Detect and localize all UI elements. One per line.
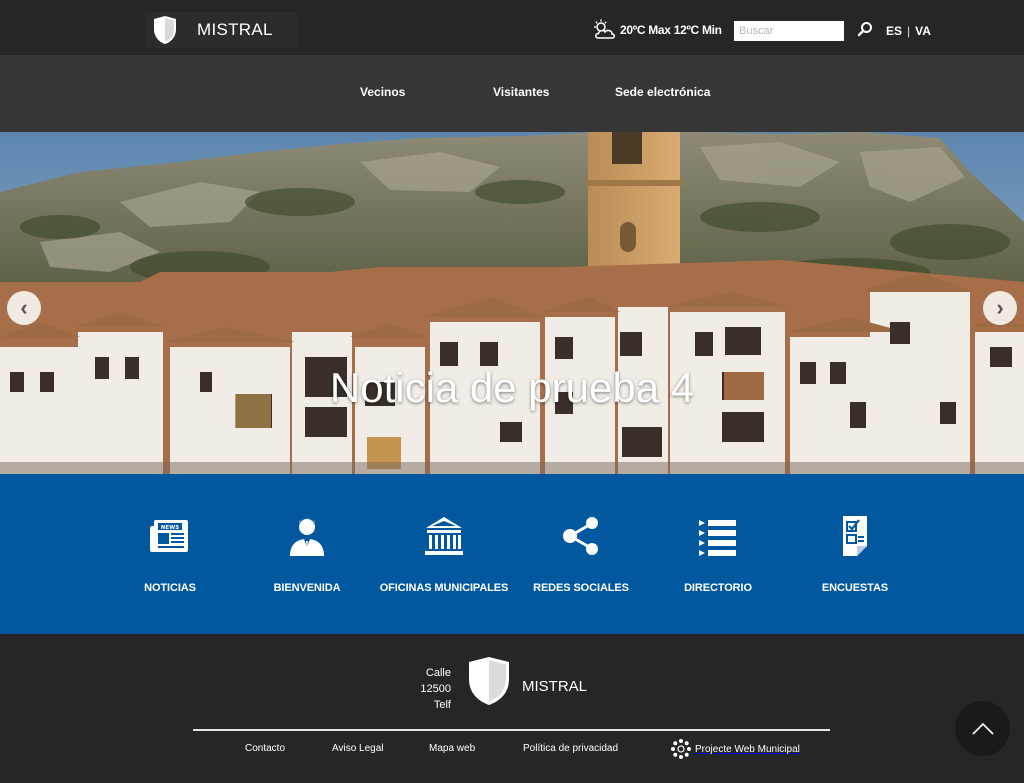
footer-link-mapa-web[interactable]: Mapa web (429, 743, 475, 754)
cloudy-sun-icon (594, 19, 615, 39)
footer-link-contacto[interactable]: Contacto (245, 743, 285, 754)
footer-brand: MISTRAL (522, 678, 588, 695)
quicklink-noticias[interactable]: NEWS NOTICIAS (105, 514, 235, 598)
quicklink-label: DIRECTORIO (684, 582, 752, 594)
svg-text:NEWS: NEWS (161, 525, 179, 531)
weather-text: 20ºC Max 12ºC Min (620, 23, 722, 37)
site-brand: MISTRAL (197, 20, 273, 39)
quicklink-oficinas-municipales[interactable]: OFICINAS MUNICIPALES (379, 514, 509, 598)
quicklink-directorio[interactable]: DIRECTORIO (653, 514, 783, 598)
lang-separator: | (907, 24, 911, 38)
footer-divider (193, 729, 830, 731)
quicklink-label: NOTICIAS (144, 582, 196, 594)
footer: Calle 12500 Telf MISTRAL Contacto Aviso … (0, 634, 1024, 783)
shield-icon (154, 16, 176, 44)
main-nav: Vecinos Visitantes Sede electrónica (0, 55, 1024, 132)
address-line: Calle (425, 667, 451, 679)
projecte-label: Projecte Web Municipal (695, 743, 800, 755)
search-input[interactable] (734, 21, 844, 41)
list-icon (699, 520, 736, 556)
footer-link-aviso-legal[interactable]: Aviso Legal (332, 743, 384, 754)
quick-links: NEWS NOTICIAS BIENVENIDA OFICINAS MUNICI… (0, 474, 1024, 634)
footer-link-privacidad[interactable]: Política de privacidad (523, 743, 618, 754)
quicklink-label: ENCUESTAS (821, 582, 889, 594)
shield-icon (469, 657, 509, 705)
address-line: Telf (433, 699, 451, 711)
projecte-logo-icon (671, 739, 691, 759)
language-switcher: ES | VA (886, 24, 931, 38)
lang-es[interactable]: ES (886, 24, 902, 38)
quicklink-label: OFICINAS MUNICIPALES (379, 582, 509, 594)
quicklink-label: REDES SOCIALES (533, 582, 629, 594)
nav-item-sede-electronica[interactable]: Sede electrónica (615, 85, 710, 99)
site-logo[interactable]: MISTRAL (145, 12, 297, 48)
newspaper-icon: NEWS (150, 520, 188, 552)
search-button[interactable] (855, 20, 875, 40)
quicklink-label: BIENVENIDA (273, 582, 341, 594)
quicklink-encuestas[interactable]: ENCUESTAS (790, 514, 920, 598)
person-icon (290, 518, 324, 556)
slider-next-button[interactable]: › (983, 291, 1017, 325)
search-icon (857, 21, 872, 36)
chevron-up-icon (971, 722, 994, 735)
slider-prev-button[interactable]: ‹ (7, 291, 41, 325)
hero-title[interactable]: Noticia de prueba 4 (0, 364, 1024, 412)
quicklink-redes-sociales[interactable]: REDES SOCIALES (516, 514, 646, 598)
weather-widget: 20ºC Max 12ºC Min (592, 18, 722, 42)
building-icon (425, 517, 463, 555)
address-line: 12500 (420, 683, 451, 695)
chevron-left-icon: ‹ (20, 295, 28, 320)
back-to-top-button[interactable] (955, 701, 1010, 756)
survey-icon (843, 516, 867, 556)
nav-item-visitantes[interactable]: Visitantes (493, 85, 549, 99)
projecte-web-municipal-link[interactable]: Projecte Web Municipal (670, 738, 800, 760)
lang-va[interactable]: VA (915, 24, 931, 38)
chevron-right-icon: › (996, 295, 1004, 320)
hero-slider: Noticia de prueba 4 ‹ › (0, 132, 1024, 474)
hero-image (0, 132, 1024, 474)
quicklink-bienvenida[interactable]: BIENVENIDA (242, 514, 372, 598)
nav-item-vecinos[interactable]: Vecinos (360, 85, 405, 99)
top-bar: MISTRAL 20ºC Max 12ºC Min ES | VA (0, 0, 1024, 55)
share-icon (563, 517, 598, 555)
footer-address: Calle 12500 Telf (405, 665, 451, 713)
